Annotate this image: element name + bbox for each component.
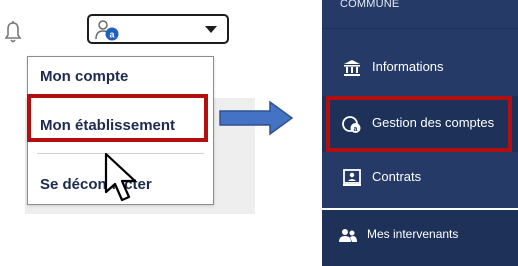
caret-down-icon: [205, 26, 217, 33]
people-icon: [339, 229, 357, 242]
mouse-pointer-icon: [104, 152, 137, 202]
sidebar-item-label: Mes intervenants: [367, 227, 459, 241]
user-account-icon: a: [95, 20, 119, 41]
sidebar-item-informations[interactable]: Informations: [322, 40, 518, 96]
contract-icon: [343, 169, 361, 186]
highlight-box: [27, 94, 208, 142]
sidebar-item-label: Contrats: [372, 169, 422, 184]
sidebar-item-label: Informations: [372, 59, 444, 74]
user-menu-select[interactable]: a: [87, 14, 229, 44]
sidebar-item-my-workers[interactable]: Mes intervenants: [322, 208, 518, 266]
menu-item-my-account[interactable]: Mon compte: [40, 68, 128, 85]
bell-icon[interactable]: [4, 20, 22, 44]
highlight-box: [326, 96, 512, 152]
sidebar-item-contracts[interactable]: Contrats: [322, 150, 518, 206]
institution-icon: [344, 60, 360, 76]
sidebar-title: COMMUNE: [340, 0, 400, 10]
divider: [322, 28, 518, 29]
arrow-right-icon: [219, 100, 294, 136]
